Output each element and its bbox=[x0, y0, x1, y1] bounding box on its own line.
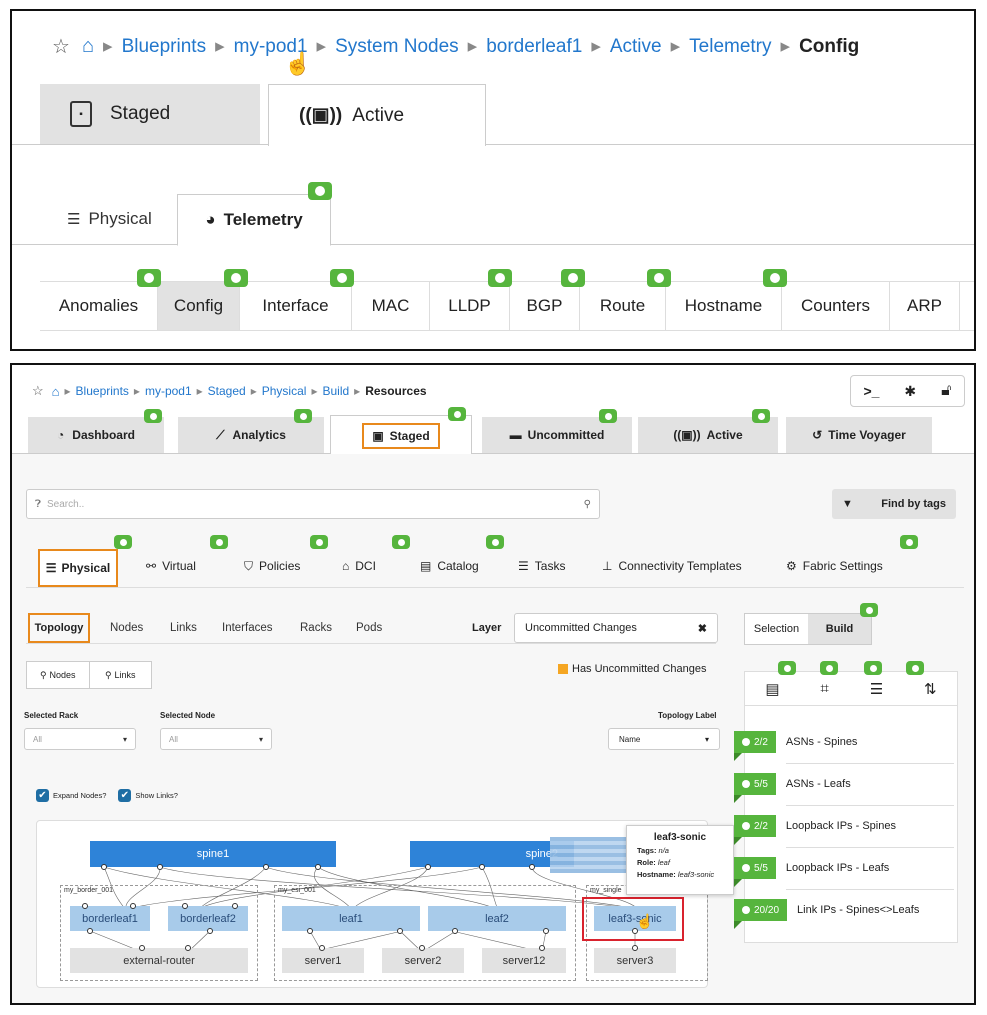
resource-row[interactable]: 5/5 Loopback IPs - Leafs bbox=[734, 855, 889, 887]
port-dot bbox=[232, 903, 238, 909]
resource-row[interactable]: 2/2 ASNs - Spines bbox=[734, 729, 857, 761]
port-dot bbox=[529, 864, 535, 870]
list-icon[interactable]: ▤ bbox=[765, 680, 779, 698]
resource-row[interactable]: 2/2 Loopback IPs - Spines bbox=[734, 813, 896, 845]
ok-badge bbox=[308, 182, 332, 200]
port-dot bbox=[632, 928, 638, 934]
server-node[interactable]: server1 bbox=[282, 948, 364, 973]
breadcrumb-system-nodes[interactable]: System Nodes bbox=[335, 36, 459, 58]
port-dot bbox=[101, 864, 107, 870]
port-dot bbox=[130, 903, 136, 909]
ok-badge bbox=[647, 269, 671, 287]
port-dot bbox=[82, 903, 88, 909]
ok-badge bbox=[864, 661, 882, 675]
server-node[interactable]: server2 bbox=[382, 948, 464, 973]
port-dot bbox=[139, 945, 145, 951]
resource-badge: 5/5 bbox=[734, 773, 776, 803]
resource-badge: 2/2 bbox=[734, 731, 776, 761]
port-dot bbox=[479, 864, 485, 870]
rack-group-label: my_single bbox=[590, 887, 622, 894]
port-dot bbox=[397, 928, 403, 934]
port-dot bbox=[419, 945, 425, 951]
check-icon bbox=[742, 864, 750, 872]
tab-active[interactable]: ((▣)) Active bbox=[268, 84, 486, 146]
port-dot bbox=[315, 864, 321, 870]
gauge-icon: ◕ bbox=[205, 210, 216, 229]
sort-icon[interactable]: ⇅ bbox=[924, 680, 937, 698]
port-dot bbox=[182, 903, 188, 909]
rack-group-label: my_border_001 bbox=[64, 887, 114, 894]
ok-badge bbox=[778, 661, 796, 675]
server-node[interactable]: external-router bbox=[70, 948, 248, 973]
breadcrumb-node[interactable]: borderleaf1 bbox=[486, 36, 582, 58]
resource-badge: 5/5 bbox=[734, 857, 776, 887]
tab-lldp[interactable]: LLDP bbox=[430, 282, 510, 330]
tab-anomalies[interactable]: Anomalies bbox=[40, 282, 158, 330]
breadcrumb-blueprints[interactable]: Blueprints bbox=[122, 36, 207, 58]
ok-badge bbox=[561, 269, 585, 287]
check-icon bbox=[742, 906, 750, 914]
tab-arp[interactable]: ARP bbox=[890, 282, 960, 330]
server-node[interactable]: server3 bbox=[594, 948, 676, 973]
hand-cursor-icon: ☝ bbox=[284, 51, 312, 76]
tab-bgp[interactable]: BGP bbox=[510, 282, 580, 330]
ok-badge bbox=[906, 661, 924, 675]
check-icon bbox=[742, 738, 750, 746]
tab-telemetry[interactable]: ◕ Telemetry bbox=[177, 194, 331, 246]
scan-icon[interactable]: ⌗ bbox=[820, 680, 828, 697]
port-dot bbox=[185, 945, 191, 951]
tab-config[interactable]: Config bbox=[158, 282, 240, 330]
ok-badge bbox=[224, 269, 248, 287]
leaf-node[interactable]: borderleaf1 bbox=[70, 906, 150, 931]
blueprint-screenshot: ☆ ⌂ ▸ Blueprints ▸ my-pod1 ▸ Staged ▸ Physi… bbox=[10, 363, 976, 1005]
tab-physical[interactable]: ☰ Physical bbox=[67, 209, 152, 229]
server-icon[interactable]: ☰ bbox=[870, 680, 883, 698]
active-icon: ((▣)) bbox=[299, 105, 343, 126]
port-dot bbox=[263, 864, 269, 870]
ok-badge bbox=[763, 269, 787, 287]
port-dot bbox=[207, 928, 213, 934]
tab-interface[interactable]: Interface bbox=[240, 282, 352, 330]
port-dot bbox=[157, 864, 163, 870]
resource-row[interactable]: 5/5 ASNs - Leafs bbox=[734, 771, 851, 803]
port-dot bbox=[307, 928, 313, 934]
check-icon bbox=[742, 822, 750, 830]
port-dot bbox=[425, 864, 431, 870]
tooltip-title: leaf3-sonic bbox=[653, 832, 707, 843]
ok-badge bbox=[488, 269, 512, 287]
spine-node[interactable]: spine1 bbox=[90, 841, 336, 867]
port-dot bbox=[539, 945, 545, 951]
breadcrumb-active[interactable]: Active bbox=[610, 36, 662, 58]
resource-badge: 2/2 bbox=[734, 815, 776, 845]
home-icon[interactable]: ⌂ bbox=[82, 35, 94, 58]
node-tooltip: leaf3-sonic Tags: n/a Role: leaf Hostnam… bbox=[626, 825, 734, 895]
tab-counters[interactable]: Counters bbox=[782, 282, 890, 330]
port-dot bbox=[452, 928, 458, 934]
staged-icon: ▪ bbox=[70, 101, 92, 127]
port-dot bbox=[87, 928, 93, 934]
hand-cursor-icon: ☝ bbox=[636, 913, 654, 929]
breadcrumb-current: Config bbox=[799, 35, 860, 57]
server-icon: ☰ bbox=[67, 211, 81, 228]
check-icon bbox=[742, 780, 750, 788]
tab-route[interactable]: Route bbox=[580, 282, 666, 330]
tab-mac[interactable]: MAC bbox=[352, 282, 430, 330]
server-node[interactable]: server12 bbox=[482, 948, 566, 973]
tab-staged[interactable]: ▪ Staged bbox=[40, 84, 260, 144]
port-dot bbox=[319, 945, 325, 951]
ok-badge bbox=[137, 269, 161, 287]
tab-hostname[interactable]: Hostname bbox=[666, 282, 782, 330]
breadcrumb: ☆ ⌂ ▸ Blueprints ▸ my-pod1 ▸ System Nodes ▸… bbox=[52, 34, 860, 59]
service-tabs: Anomalies Config Interface MAC LLDP BGP … bbox=[40, 281, 974, 331]
star-icon[interactable]: ☆ bbox=[52, 34, 70, 59]
port-dot bbox=[632, 945, 638, 951]
resource-row[interactable]: 20/20 Link IPs - Spines<>Leafs bbox=[734, 897, 919, 929]
port-dot bbox=[543, 928, 549, 934]
rack-group-label: my_esi_001 bbox=[278, 887, 316, 894]
resource-badge: 20/20 bbox=[734, 899, 788, 929]
ok-badge bbox=[820, 661, 838, 675]
ok-badge bbox=[330, 269, 354, 287]
telemetry-screenshot: ☆ ⌂ ▸ Blueprints ▸ my-pod1 ▸ System Nodes ▸… bbox=[10, 9, 976, 351]
breadcrumb-telemetry[interactable]: Telemetry bbox=[689, 36, 771, 58]
